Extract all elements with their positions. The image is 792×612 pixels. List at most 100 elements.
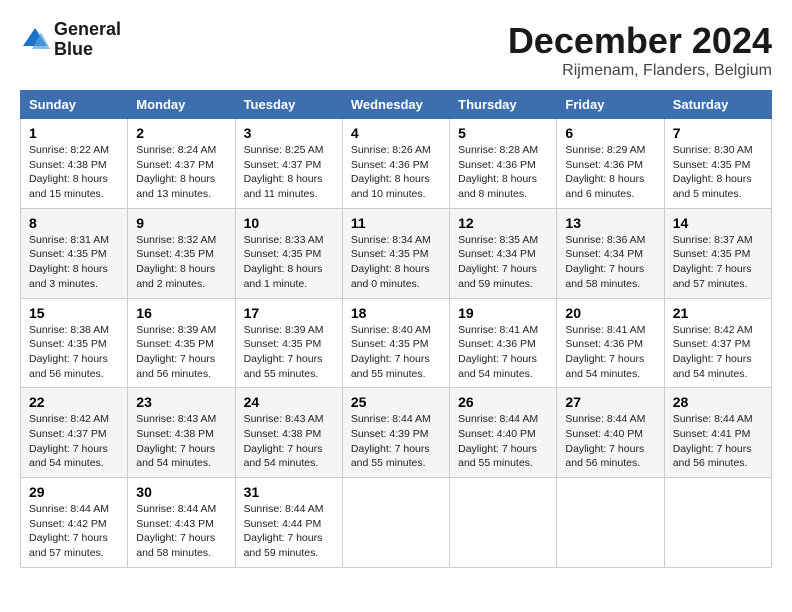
header-day-tuesday: Tuesday: [235, 91, 342, 119]
calendar-cell: 9 Sunrise: 8:32 AMSunset: 4:35 PMDaylight…: [128, 208, 235, 298]
day-number: 5: [458, 125, 548, 141]
day-info: Sunrise: 8:22 AMSunset: 4:38 PMDaylight:…: [29, 143, 119, 202]
calendar-cell: 2 Sunrise: 8:24 AMSunset: 4:37 PMDaylight…: [128, 119, 235, 209]
day-info: Sunrise: 8:32 AMSunset: 4:35 PMDaylight:…: [136, 233, 226, 292]
calendar-cell: 29Sunrise: 8:44 AMSunset: 4:42 PMDayligh…: [21, 478, 128, 568]
day-info: Sunrise: 8:36 AMSunset: 4:34 PMDaylight:…: [565, 233, 655, 292]
header-day-saturday: Saturday: [664, 91, 771, 119]
day-info: Sunrise: 8:37 AMSunset: 4:35 PMDaylight:…: [673, 233, 763, 292]
day-number: 17: [244, 305, 334, 321]
day-info: Sunrise: 8:39 AMSunset: 4:35 PMDaylight:…: [244, 323, 334, 382]
day-info: Sunrise: 8:44 AMSunset: 4:44 PMDaylight:…: [244, 502, 334, 561]
calendar-cell: 28Sunrise: 8:44 AMSunset: 4:41 PMDayligh…: [664, 388, 771, 478]
day-number: 23: [136, 394, 226, 410]
week-row-3: 15Sunrise: 8:38 AMSunset: 4:35 PMDayligh…: [21, 298, 772, 388]
day-number: 6: [565, 125, 655, 141]
header-day-monday: Monday: [128, 91, 235, 119]
calendar-cell: 30 Sunrise: 8:44 AMSunset: 4:43 PMDayligh…: [128, 478, 235, 568]
day-info: Sunrise: 8:35 AMSunset: 4:34 PMDaylight:…: [458, 233, 548, 292]
calendar-cell: 21Sunrise: 8:42 AMSunset: 4:37 PMDayligh…: [664, 298, 771, 388]
calendar-table: SundayMondayTuesdayWednesdayThursdayFrid…: [20, 90, 772, 568]
day-number: 11: [351, 215, 441, 231]
day-info: Sunrise: 8:42 AMSunset: 4:37 PMDaylight:…: [29, 412, 119, 471]
calendar-cell: 5 Sunrise: 8:28 AMSunset: 4:36 PMDaylight…: [450, 119, 557, 209]
day-info: Sunrise: 8:41 AMSunset: 4:36 PMDaylight:…: [565, 323, 655, 382]
day-info: Sunrise: 8:44 AMSunset: 4:43 PMDaylight:…: [136, 502, 226, 561]
day-info: Sunrise: 8:44 AMSunset: 4:39 PMDaylight:…: [351, 412, 441, 471]
week-row-4: 22 Sunrise: 8:42 AMSunset: 4:37 PMDayligh…: [21, 388, 772, 478]
day-number: 13: [565, 215, 655, 231]
day-info: Sunrise: 8:33 AMSunset: 4:35 PMDaylight:…: [244, 233, 334, 292]
day-info: Sunrise: 8:39 AMSunset: 4:35 PMDaylight:…: [136, 323, 226, 382]
day-info: Sunrise: 8:44 AMSunset: 4:42 PMDaylight:…: [29, 502, 119, 561]
calendar-cell: 3 Sunrise: 8:25 AMSunset: 4:37 PMDaylight…: [235, 119, 342, 209]
calendar-cell: 25 Sunrise: 8:44 AMSunset: 4:39 PMDayligh…: [342, 388, 449, 478]
day-number: 4: [351, 125, 441, 141]
calendar-cell: 15Sunrise: 8:38 AMSunset: 4:35 PMDayligh…: [21, 298, 128, 388]
month-title: December 2024: [508, 20, 772, 62]
logo-text: General Blue: [54, 20, 121, 60]
day-number: 10: [244, 215, 334, 231]
calendar-cell: 18 Sunrise: 8:40 AMSunset: 4:35 PMDayligh…: [342, 298, 449, 388]
day-number: 26: [458, 394, 548, 410]
calendar-cell: 8Sunrise: 8:31 AMSunset: 4:35 PMDaylight…: [21, 208, 128, 298]
day-info: Sunrise: 8:24 AMSunset: 4:37 PMDaylight:…: [136, 143, 226, 202]
week-row-5: 29Sunrise: 8:44 AMSunset: 4:42 PMDayligh…: [21, 478, 772, 568]
calendar-cell: 12 Sunrise: 8:35 AMSunset: 4:34 PMDayligh…: [450, 208, 557, 298]
calendar-cell: 22 Sunrise: 8:42 AMSunset: 4:37 PMDayligh…: [21, 388, 128, 478]
calendar-cell: 6 Sunrise: 8:29 AMSunset: 4:36 PMDaylight…: [557, 119, 664, 209]
calendar-cell: 24 Sunrise: 8:43 AMSunset: 4:38 PMDayligh…: [235, 388, 342, 478]
logo-icon: [20, 25, 50, 55]
day-info: Sunrise: 8:43 AMSunset: 4:38 PMDaylight:…: [136, 412, 226, 471]
day-number: 12: [458, 215, 548, 231]
day-number: 20: [565, 305, 655, 321]
day-number: 22: [29, 394, 119, 410]
calendar-cell: 20 Sunrise: 8:41 AMSunset: 4:36 PMDayligh…: [557, 298, 664, 388]
day-number: 19: [458, 305, 548, 321]
day-info: Sunrise: 8:34 AMSunset: 4:35 PMDaylight:…: [351, 233, 441, 292]
calendar-cell: [557, 478, 664, 568]
week-row-2: 8Sunrise: 8:31 AMSunset: 4:35 PMDaylight…: [21, 208, 772, 298]
calendar-cell: 31 Sunrise: 8:44 AMSunset: 4:44 PMDayligh…: [235, 478, 342, 568]
header-day-thursday: Thursday: [450, 91, 557, 119]
calendar-cell: 4 Sunrise: 8:26 AMSunset: 4:36 PMDaylight…: [342, 119, 449, 209]
day-number: 2: [136, 125, 226, 141]
day-info: Sunrise: 8:40 AMSunset: 4:35 PMDaylight:…: [351, 323, 441, 382]
calendar-cell: [664, 478, 771, 568]
day-info: Sunrise: 8:28 AMSunset: 4:36 PMDaylight:…: [458, 143, 548, 202]
calendar-cell: 1Sunrise: 8:22 AMSunset: 4:38 PMDaylight…: [21, 119, 128, 209]
day-number: 3: [244, 125, 334, 141]
calendar-cell: 11 Sunrise: 8:34 AMSunset: 4:35 PMDayligh…: [342, 208, 449, 298]
calendar-cell: 26 Sunrise: 8:44 AMSunset: 4:40 PMDayligh…: [450, 388, 557, 478]
day-number: 15: [29, 305, 119, 321]
day-number: 18: [351, 305, 441, 321]
day-info: Sunrise: 8:41 AMSunset: 4:36 PMDaylight:…: [458, 323, 548, 382]
calendar-cell: 27Sunrise: 8:44 AMSunset: 4:40 PMDayligh…: [557, 388, 664, 478]
day-info: Sunrise: 8:30 AMSunset: 4:35 PMDaylight:…: [673, 143, 763, 202]
day-info: Sunrise: 8:25 AMSunset: 4:37 PMDaylight:…: [244, 143, 334, 202]
day-number: 28: [673, 394, 763, 410]
week-row-1: 1Sunrise: 8:22 AMSunset: 4:38 PMDaylight…: [21, 119, 772, 209]
day-info: Sunrise: 8:29 AMSunset: 4:36 PMDaylight:…: [565, 143, 655, 202]
day-info: Sunrise: 8:44 AMSunset: 4:40 PMDaylight:…: [458, 412, 548, 471]
day-number: 27: [565, 394, 655, 410]
day-number: 24: [244, 394, 334, 410]
calendar-cell: 23 Sunrise: 8:43 AMSunset: 4:38 PMDayligh…: [128, 388, 235, 478]
calendar-cell: 13 Sunrise: 8:36 AMSunset: 4:34 PMDayligh…: [557, 208, 664, 298]
day-number: 31: [244, 484, 334, 500]
calendar-cell: 17 Sunrise: 8:39 AMSunset: 4:35 PMDayligh…: [235, 298, 342, 388]
day-number: 21: [673, 305, 763, 321]
header-day-sunday: Sunday: [21, 91, 128, 119]
location-title: Rijmenam, Flanders, Belgium: [508, 62, 772, 80]
day-number: 9: [136, 215, 226, 231]
day-number: 30: [136, 484, 226, 500]
day-info: Sunrise: 8:26 AMSunset: 4:36 PMDaylight:…: [351, 143, 441, 202]
day-number: 14: [673, 215, 763, 231]
day-info: Sunrise: 8:43 AMSunset: 4:38 PMDaylight:…: [244, 412, 334, 471]
calendar-cell: 19 Sunrise: 8:41 AMSunset: 4:36 PMDayligh…: [450, 298, 557, 388]
day-info: Sunrise: 8:31 AMSunset: 4:35 PMDaylight:…: [29, 233, 119, 292]
calendar-cell: 7Sunrise: 8:30 AMSunset: 4:35 PMDaylight…: [664, 119, 771, 209]
header-day-friday: Friday: [557, 91, 664, 119]
day-number: 25: [351, 394, 441, 410]
calendar-cell: [342, 478, 449, 568]
